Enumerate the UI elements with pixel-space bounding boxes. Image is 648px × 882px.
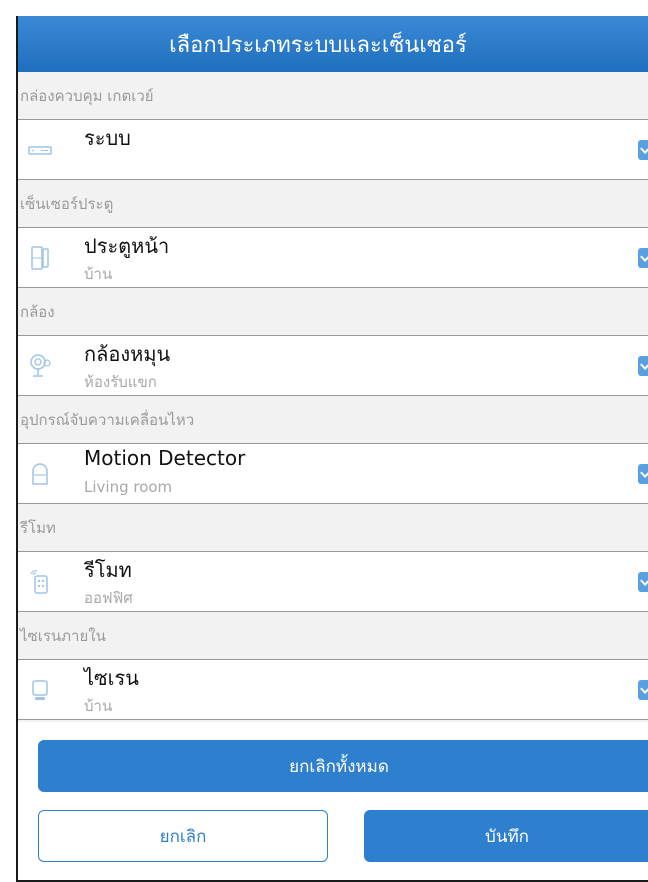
item-subtitle: ห้องรับแขก bbox=[84, 373, 157, 391]
section-label: เซ็นเซอร์ประตู bbox=[20, 194, 114, 213]
item-subtitle: บ้าน bbox=[84, 265, 113, 283]
item-subtitle: บ้าน bbox=[84, 697, 113, 715]
item-title: ไซเรน bbox=[84, 666, 139, 690]
list-item-gateway[interactable]: ระบบ bbox=[18, 120, 648, 180]
section-label: กล่องควบคุม เกตเวย์ bbox=[20, 86, 154, 105]
section-label: รีโมท bbox=[20, 518, 56, 537]
item-subtitle: Living room bbox=[84, 478, 173, 496]
checkbox-checked-icon[interactable] bbox=[638, 356, 648, 376]
section-label: กล้อง bbox=[20, 302, 55, 321]
motion-detector-icon bbox=[28, 460, 52, 488]
camera-icon bbox=[28, 352, 52, 380]
siren-icon bbox=[28, 676, 52, 704]
checkbox-checked-icon[interactable] bbox=[638, 248, 648, 268]
checkbox-checked-icon[interactable] bbox=[638, 572, 648, 592]
device-list[interactable]: กล่องควบคุม เกตเวย์ ระบบ เซ็นเซอร์ประตู bbox=[18, 72, 648, 722]
door-sensor-icon bbox=[28, 244, 52, 272]
footer-actions: ยกเลิกทั้งหมด ยกเลิก บันทึก bbox=[18, 722, 648, 880]
checkbox-checked-icon[interactable] bbox=[638, 464, 648, 484]
list-item-motion-detector[interactable]: Motion Detector Living room bbox=[18, 444, 648, 504]
cancel-button[interactable]: ยกเลิก bbox=[38, 810, 328, 862]
item-title: Motion Detector bbox=[84, 446, 246, 470]
page-title: เลือกประเภทระบบและเซ็นเซอร์ bbox=[169, 32, 467, 58]
save-button[interactable]: บันทึก bbox=[364, 810, 648, 862]
checkbox-checked-icon[interactable] bbox=[638, 140, 648, 160]
section-label: อุปกรณ์จับความเคลื่อนไหว bbox=[20, 410, 195, 429]
app-frame: เลือกประเภทระบบและเซ็นเซอร์ กล่องควบคุม … bbox=[16, 16, 648, 882]
section-header-remote: รีโมท bbox=[18, 504, 648, 552]
section-label: ไซเรนภายใน bbox=[20, 626, 106, 645]
list-item-door-sensor[interactable]: ประตูหน้า บ้าน bbox=[18, 228, 648, 288]
checkbox-checked-icon[interactable] bbox=[638, 680, 648, 700]
item-title: รีโมท bbox=[84, 558, 132, 582]
item-title: ระบบ bbox=[84, 126, 131, 150]
list-item-camera[interactable]: กล้องหมุน ห้องรับแขก bbox=[18, 336, 648, 396]
section-header-door-sensor: เซ็นเซอร์ประตู bbox=[18, 180, 648, 228]
section-header-camera: กล้อง bbox=[18, 288, 648, 336]
item-title: ประตูหน้า bbox=[84, 234, 170, 258]
deselect-all-button[interactable]: ยกเลิกทั้งหมด bbox=[38, 740, 648, 792]
item-subtitle: ออฟฟิศ bbox=[84, 589, 133, 607]
title-bar: เลือกประเภทระบบและเซ็นเซอร์ bbox=[18, 16, 648, 72]
section-header-gateway: กล่องควบคุม เกตเวย์ bbox=[18, 72, 648, 120]
section-header-siren: ไซเรนภายใน bbox=[18, 612, 648, 660]
list-item-remote[interactable]: รีโมท ออฟฟิศ bbox=[18, 552, 648, 612]
gateway-icon bbox=[28, 136, 52, 164]
item-title: กล้องหมุน bbox=[84, 342, 171, 366]
list-item-siren[interactable]: ไซเรน บ้าน bbox=[18, 660, 648, 720]
remote-icon bbox=[28, 568, 52, 596]
section-header-motion-detector: อุปกรณ์จับความเคลื่อนไหว bbox=[18, 396, 648, 444]
